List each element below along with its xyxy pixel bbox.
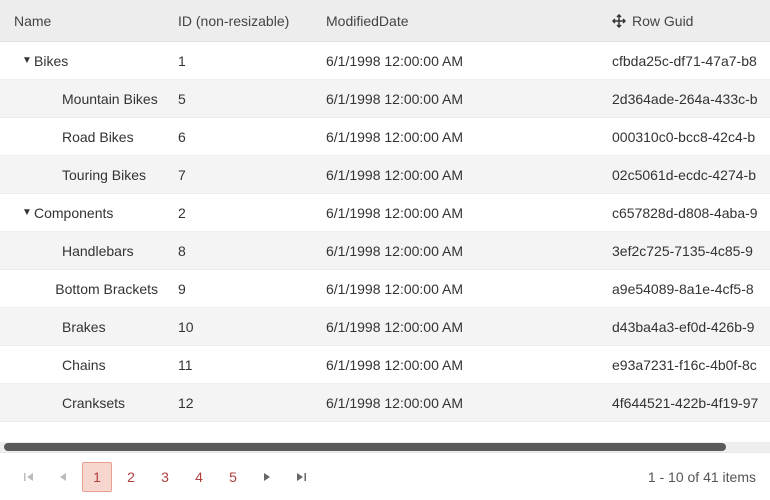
cell-name: Road Bikes — [0, 129, 168, 145]
cell-modified-date: 6/1/1998 12:00:00 AM — [316, 281, 602, 297]
name-text: Brakes — [62, 319, 106, 335]
horizontal-scrollbar[interactable] — [0, 442, 770, 452]
column-label: Name — [14, 13, 51, 29]
pager-controls: 12345 — [14, 462, 316, 492]
cell-id: 1 — [168, 53, 316, 69]
name-text: Chains — [62, 357, 106, 373]
table-row[interactable]: Handlebars 86/1/1998 12:00:00 AM3ef2c725-… — [0, 232, 770, 270]
pager-info: 1 - 10 of 41 items — [648, 469, 756, 485]
column-header-row: Name ID (non-resizable) ModifiedDate Row… — [0, 0, 770, 42]
cell-id: 8 — [168, 243, 316, 259]
column-label: ID (non-resizable) — [178, 13, 289, 29]
move-column-icon[interactable] — [612, 14, 626, 28]
cell-name: Bottom Brackets — [0, 281, 168, 297]
table-row[interactable]: Touring Bikes 76/1/1998 12:00:00 AM02c506… — [0, 156, 770, 194]
name-text: Mountain Bikes — [62, 91, 158, 107]
page-number-button[interactable]: 2 — [116, 462, 146, 492]
cell-modified-date: 6/1/1998 12:00:00 AM — [316, 167, 602, 183]
name-text: Touring Bikes — [62, 167, 146, 183]
pager: 12345 1 - 10 of 41 items — [0, 452, 770, 500]
cell-id: 2 — [168, 205, 316, 221]
cell-row-guid: a9e54089-8a1e-4cf5-8 — [602, 281, 770, 297]
cell-row-guid: d43ba4a3-ef0d-426b-9 — [602, 319, 770, 335]
pager-prev-button[interactable] — [48, 462, 78, 492]
cell-modified-date: 6/1/1998 12:00:00 AM — [316, 205, 602, 221]
cell-row-guid: 3ef2c725-7135-4c85-9 — [602, 243, 770, 259]
page-number-button[interactable]: 3 — [150, 462, 180, 492]
cell-modified-date: 6/1/1998 12:00:00 AM — [316, 53, 602, 69]
collapse-icon[interactable]: ▼ — [22, 207, 32, 218]
cell-row-guid: 000310c0-bcc8-42c4-b — [602, 129, 770, 145]
cell-name: Touring Bikes — [0, 167, 168, 183]
cell-row-guid: cfbda25c-df71-47a7-b8 — [602, 53, 770, 69]
column-label: ModifiedDate — [326, 13, 409, 29]
cell-name: Chains — [0, 357, 168, 373]
cell-name: ▼Bikes — [0, 53, 168, 69]
table-row[interactable]: ▼Bikes16/1/1998 12:00:00 AMcfbda25c-df71… — [0, 42, 770, 80]
table-row[interactable]: Brakes 106/1/1998 12:00:00 AMd43ba4a3-ef0… — [0, 308, 770, 346]
column-header-id[interactable]: ID (non-resizable) — [168, 13, 316, 29]
column-header-guid[interactable]: Row Guid — [602, 13, 770, 29]
column-header-name[interactable]: Name — [0, 13, 168, 29]
cell-row-guid: 4f644521-422b-4f19-97 — [602, 395, 770, 411]
pager-next-button[interactable] — [252, 462, 282, 492]
name-text: Bikes — [34, 53, 68, 69]
cell-modified-date: 6/1/1998 12:00:00 AM — [316, 395, 602, 411]
cell-name: Mountain Bikes — [0, 91, 168, 107]
cell-name: Brakes — [0, 319, 168, 335]
page-number-button[interactable]: 1 — [82, 462, 112, 492]
page-number-button[interactable]: 5 — [218, 462, 248, 492]
cell-name: Handlebars — [0, 243, 168, 259]
cell-row-guid: 2d364ade-264a-433c-b — [602, 91, 770, 107]
page-numbers: 12345 — [82, 462, 248, 492]
column-header-modified[interactable]: ModifiedDate — [316, 13, 602, 29]
collapse-icon[interactable]: ▼ — [22, 55, 32, 66]
table-row[interactable]: Cranksets 126/1/1998 12:00:00 AM4f644521-… — [0, 384, 770, 422]
pager-last-button[interactable] — [286, 462, 316, 492]
column-label: Row Guid — [632, 13, 693, 29]
name-text: Cranksets — [62, 395, 125, 411]
cell-name: Cranksets — [0, 395, 168, 411]
page-number-button[interactable]: 4 — [184, 462, 214, 492]
table-row[interactable]: ▼Components26/1/1998 12:00:00 AMc657828d… — [0, 194, 770, 232]
cell-modified-date: 6/1/1998 12:00:00 AM — [316, 319, 602, 335]
cell-row-guid: e93a7231-f16c-4b0f-8c — [602, 357, 770, 373]
table-row[interactable]: Bottom Brackets 96/1/1998 12:00:00 AMa9e5… — [0, 270, 770, 308]
name-text: Handlebars — [62, 243, 134, 259]
cell-id: 10 — [168, 319, 316, 335]
cell-modified-date: 6/1/1998 12:00:00 AM — [316, 243, 602, 259]
cell-modified-date: 6/1/1998 12:00:00 AM — [316, 357, 602, 373]
cell-row-guid: 02c5061d-ecdc-4274-b — [602, 167, 770, 183]
cell-modified-date: 6/1/1998 12:00:00 AM — [316, 129, 602, 145]
name-text: Components — [34, 205, 113, 221]
table-row[interactable]: Chains 116/1/1998 12:00:00 AMe93a7231-f16… — [0, 346, 770, 384]
grid-body: ▼Bikes16/1/1998 12:00:00 AMcfbda25c-df71… — [0, 42, 770, 442]
cell-modified-date: 6/1/1998 12:00:00 AM — [316, 91, 602, 107]
name-text: Bottom Brackets — [55, 281, 158, 297]
name-text: Road Bikes — [62, 129, 134, 145]
table-row[interactable]: Road Bikes 66/1/1998 12:00:00 AM000310c0-… — [0, 118, 770, 156]
pager-first-button[interactable] — [14, 462, 44, 492]
scrollbar-thumb[interactable] — [4, 443, 726, 451]
cell-id: 5 — [168, 91, 316, 107]
cell-row-guid: c657828d-d808-4aba-9 — [602, 205, 770, 221]
cell-id: 6 — [168, 129, 316, 145]
cell-id: 7 — [168, 167, 316, 183]
table-row[interactable]: Mountain Bikes 56/1/1998 12:00:00 AM2d364… — [0, 80, 770, 118]
cell-name: ▼Components — [0, 205, 168, 221]
cell-id: 12 — [168, 395, 316, 411]
cell-id: 9 — [168, 281, 316, 297]
tree-grid: Name ID (non-resizable) ModifiedDate Row… — [0, 0, 770, 500]
cell-id: 11 — [168, 357, 316, 373]
